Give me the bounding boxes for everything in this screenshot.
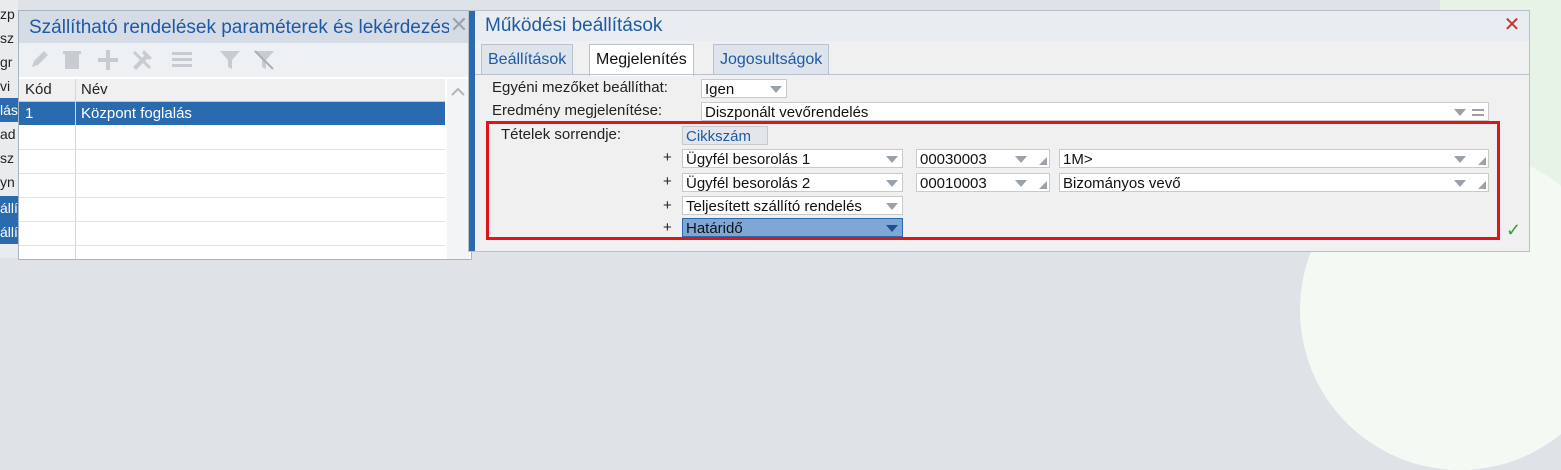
settings-dialog-titlebar: Működési beállítások ✕ <box>475 11 1529 41</box>
tab-jogosultsagok[interactable]: Jogosultságok <box>713 44 830 75</box>
grid-line <box>19 149 445 150</box>
left-list-item[interactable]: lás <box>0 98 18 122</box>
custom-fields-label: Egyéni mezőket beállíthat: <box>492 79 668 96</box>
grid-line <box>19 173 445 174</box>
column-header-kod[interactable]: Kód <box>25 81 52 98</box>
filter-clear-icon[interactable] <box>251 47 277 73</box>
grid-column-divider <box>75 79 76 259</box>
tab-strip-border <box>475 74 1529 75</box>
orders-grid-header: Kód Név <box>19 79 445 102</box>
equals-icon[interactable] <box>1472 108 1484 118</box>
left-list-item[interactable]: állí <box>0 220 18 244</box>
tools-icon[interactable] <box>129 47 155 73</box>
left-list-item[interactable]: állí <box>0 196 18 220</box>
left-list-strip: zp sz gr vi lás ad sz yn állí állí <box>0 0 18 258</box>
cell-kod: 1 <box>25 105 34 122</box>
orders-toolbar <box>19 43 471 77</box>
grid-line <box>19 197 445 198</box>
settings-dialog-close-button[interactable]: ✕ <box>1501 13 1523 37</box>
column-header-nev[interactable]: Név <box>81 81 108 98</box>
chevron-up-icon[interactable] <box>451 87 465 97</box>
table-row[interactable]: 1 Központ foglalás <box>19 102 445 125</box>
left-list-item[interactable]: sz <box>0 146 18 170</box>
left-list-item[interactable]: sz <box>0 26 18 50</box>
delete-icon[interactable] <box>59 47 85 73</box>
confirm-check-icon[interactable]: ✓ <box>1506 220 1521 241</box>
cell-nev: Központ foglalás <box>81 105 192 122</box>
add-icon[interactable] <box>95 47 121 73</box>
dialog-accent-bar <box>469 11 475 251</box>
result-display-select[interactable]: Diszponált vevőrendelés <box>701 102 1489 121</box>
tab-megjelenites[interactable]: Megjelenítés <box>589 44 694 76</box>
orders-window-titlebar: Szállítható rendelések paraméterek és le… <box>19 11 471 43</box>
tab-beallitasok[interactable]: Beállítások <box>481 44 574 75</box>
result-display-value: Diszponált vevőrendelés <box>705 104 869 121</box>
orders-window-title: Szállítható rendelések paraméterek és le… <box>29 17 449 38</box>
custom-fields-value: Igen <box>705 81 735 98</box>
left-list-item[interactable]: gr <box>0 50 18 74</box>
custom-fields-select[interactable]: Igen <box>701 79 787 98</box>
edit-icon[interactable] <box>27 47 53 73</box>
orders-window: Szállítható rendelések paraméterek és le… <box>18 10 472 260</box>
orders-grid-scrollbar[interactable] <box>447 79 469 259</box>
left-list-item[interactable]: ad <box>0 122 18 146</box>
grid-line <box>19 221 445 222</box>
chevron-down-icon[interactable] <box>770 86 782 93</box>
left-list-item[interactable]: vi <box>0 74 18 98</box>
orders-window-close-button[interactable]: ✕ <box>449 13 469 37</box>
left-list-item[interactable]: yn <box>0 170 18 194</box>
left-list-item[interactable]: zp <box>0 2 18 26</box>
grid-line <box>19 245 445 246</box>
list-icon[interactable] <box>169 47 195 73</box>
result-display-label: Eredmény megjelenítése: <box>492 102 663 119</box>
filter-icon[interactable] <box>217 47 243 73</box>
settings-dialog-title: Működési beállítások <box>485 15 663 36</box>
chevron-down-icon[interactable] <box>1454 109 1466 116</box>
highlight-box <box>486 121 1500 240</box>
